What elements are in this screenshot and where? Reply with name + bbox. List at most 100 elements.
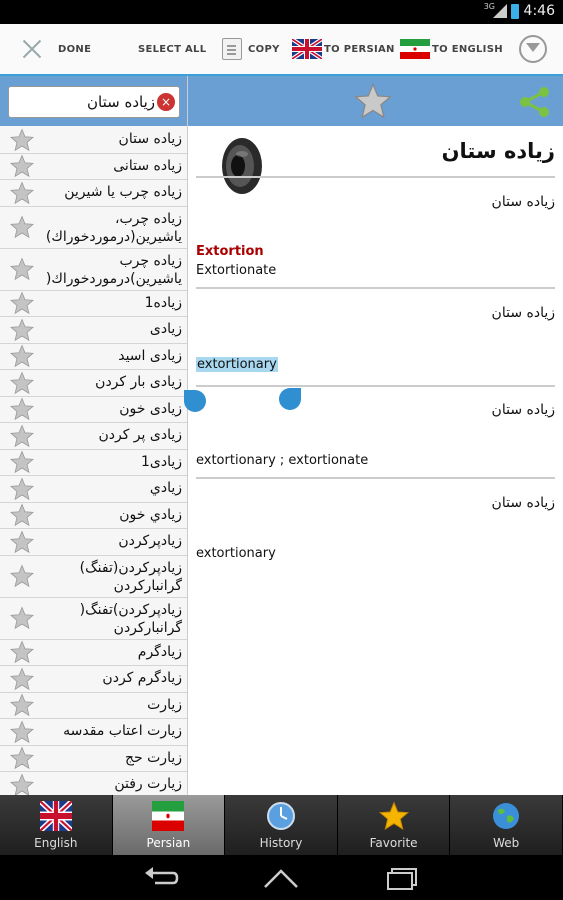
select-all-button[interactable]: SELECT ALL: [138, 24, 206, 74]
status-bar: 3G 4:46: [0, 0, 563, 24]
search-bar: ×: [0, 76, 187, 126]
word-list-item[interactable]: زيادى بار كردن: [0, 370, 187, 397]
system-nav-bar: [0, 855, 563, 900]
entry-persian-word: زياده ستان: [491, 305, 555, 321]
favorite-star-icon[interactable]: [10, 746, 34, 770]
star-icon: [378, 801, 409, 830]
selection-start-handle[interactable]: [184, 390, 206, 412]
word-list-pane: × زياده ستانزياده ستانیزياده چرب يا شيري…: [0, 76, 188, 795]
bottom-tab-bar: English Persian History Favorite Web: [0, 795, 563, 855]
favorite-star-icon[interactable]: [10, 606, 34, 630]
search-box: ×: [8, 86, 180, 118]
speaker-icon[interactable]: [212, 136, 264, 196]
tab-english[interactable]: English: [0, 795, 113, 855]
home-icon[interactable]: [261, 865, 301, 891]
favorite-star-icon[interactable]: [10, 530, 34, 554]
word-list-item[interactable]: زياده چرب، ياشيرين(درموردخوراك): [0, 206, 187, 249]
word-list-item[interactable]: زيادي: [0, 476, 187, 503]
tab-label: Favorite: [369, 836, 418, 850]
selection-highlight: extortionary: [196, 357, 278, 372]
favorite-star-icon[interactable]: [10, 667, 34, 691]
selected-text[interactable]: extortionary: [196, 357, 278, 372]
favorite-star-icon[interactable]: [10, 693, 34, 717]
back-icon[interactable]: [141, 865, 181, 891]
word-list-item[interactable]: زيادگرم كردن: [0, 666, 187, 693]
word-list-item[interactable]: زياده چرب يا شيرين: [0, 180, 187, 207]
search-input[interactable]: [13, 90, 155, 114]
word-list-item[interactable]: زيادپركردن(تفنگ) گرانباركردن: [0, 555, 187, 598]
favorite-star-icon[interactable]: [10, 257, 34, 281]
entry-divider: [196, 385, 555, 387]
favorite-star-icon[interactable]: [10, 640, 34, 664]
favorite-star-icon[interactable]: [10, 503, 34, 527]
word-list: زياده ستان زياده ستانی زياده چرب يا شيرين ز…: [0, 127, 187, 795]
tab-favorite[interactable]: Favorite: [337, 795, 451, 855]
word-list-item[interactable]: زيارت رفتن: [0, 772, 187, 795]
word-list-item[interactable]: زيادي خون: [0, 502, 187, 529]
clear-search-icon[interactable]: ×: [157, 93, 175, 111]
favorite-star-icon[interactable]: [10, 181, 34, 205]
headword: زياده ستان: [441, 139, 555, 163]
detail-pane: زياده ستان زياده ستان Extortion Extortio…: [184, 76, 563, 795]
clock-time: 4:46: [523, 3, 555, 19]
favorite-star-icon[interactable]: [10, 371, 34, 395]
favorite-star-icon[interactable]: [10, 215, 34, 239]
word-list-item[interactable]: زيارت حج: [0, 745, 187, 772]
to-persian-label: TO PERSIAN: [324, 43, 395, 55]
favorite-star-icon[interactable]: [10, 773, 34, 795]
favorite-star-icon[interactable]: [10, 477, 34, 501]
word-list-item[interactable]: زيادى1: [0, 449, 187, 476]
iran-flag-icon: [152, 801, 185, 831]
favorite-star-icon[interactable]: [10, 128, 34, 152]
entry-divider: [196, 477, 555, 479]
favorite-star-icon[interactable]: [10, 291, 34, 315]
favorite-star-icon[interactable]: [10, 397, 34, 421]
word-list-item[interactable]: زيادپركردن)تفنگ( گرانباركردن: [0, 597, 187, 640]
tab-persian[interactable]: Persian: [112, 795, 226, 855]
copy-icon: [222, 38, 242, 60]
word-list-item[interactable]: زيادگرم: [0, 639, 187, 666]
word-list-item[interactable]: زياده1: [0, 290, 187, 317]
action-bar: DONE SELECT ALL COPY TO PERSIAN TO ENGLI…: [0, 24, 563, 76]
to-persian-button[interactable]: TO PERSIAN: [292, 24, 395, 74]
word-list-item[interactable]: زيادى اسيد: [0, 343, 187, 370]
favorite-star-icon[interactable]: [10, 564, 34, 588]
tab-label: Persian: [146, 836, 191, 850]
copy-label: COPY: [248, 43, 280, 55]
favorite-star-icon[interactable]: [10, 344, 34, 368]
word-list-item[interactable]: زياده چرب ياشيرين)درموردخوراك(: [0, 248, 187, 291]
share-icon[interactable]: [516, 84, 552, 120]
favorite-star-icon[interactable]: [10, 154, 34, 178]
tab-label: History: [259, 836, 303, 850]
entry-translation: Extortionate: [196, 263, 277, 278]
copy-button[interactable]: COPY: [222, 24, 280, 74]
tab-web[interactable]: Web: [450, 795, 563, 855]
favorite-star-icon[interactable]: [10, 424, 34, 448]
selection-end-handle[interactable]: [279, 388, 301, 410]
word-list-item[interactable]: زيارت اعتاب مقدسه: [0, 719, 187, 746]
favorite-star-icon[interactable]: [354, 82, 392, 120]
tab-history[interactable]: History: [225, 795, 338, 855]
to-english-label: TO ENGLISH: [432, 43, 503, 55]
to-english-button[interactable]: TO ENGLISH: [400, 24, 503, 74]
favorite-star-icon[interactable]: [10, 450, 34, 474]
tab-label: English: [34, 836, 78, 850]
favorite-star-icon[interactable]: [10, 318, 34, 342]
word-list-item[interactable]: زياده ستان: [0, 127, 187, 154]
favorite-star-icon[interactable]: [10, 720, 34, 744]
globe-icon: [493, 803, 520, 829]
recent-apps-icon[interactable]: [383, 865, 423, 891]
entry-persian-word: زياده ستان: [491, 194, 555, 210]
word-list-item[interactable]: زيادى پر كردن: [0, 423, 187, 450]
word-list-item[interactable]: زيادى: [0, 317, 187, 344]
word-list-item[interactable]: زيارت: [0, 692, 187, 719]
word-list-item[interactable]: زيادپركردن: [0, 529, 187, 556]
signal-icon: [493, 4, 507, 18]
word-list-item[interactable]: زياده ستانی: [0, 153, 187, 180]
word-list-item[interactable]: زيادى خون: [0, 396, 187, 423]
entry-divider: [196, 287, 555, 289]
entry-term: Extortion: [196, 244, 264, 259]
overflow-menu-button[interactable]: [519, 24, 547, 74]
entry-persian-word: زياده ستان: [491, 495, 555, 511]
done-button[interactable]: DONE: [20, 24, 91, 74]
